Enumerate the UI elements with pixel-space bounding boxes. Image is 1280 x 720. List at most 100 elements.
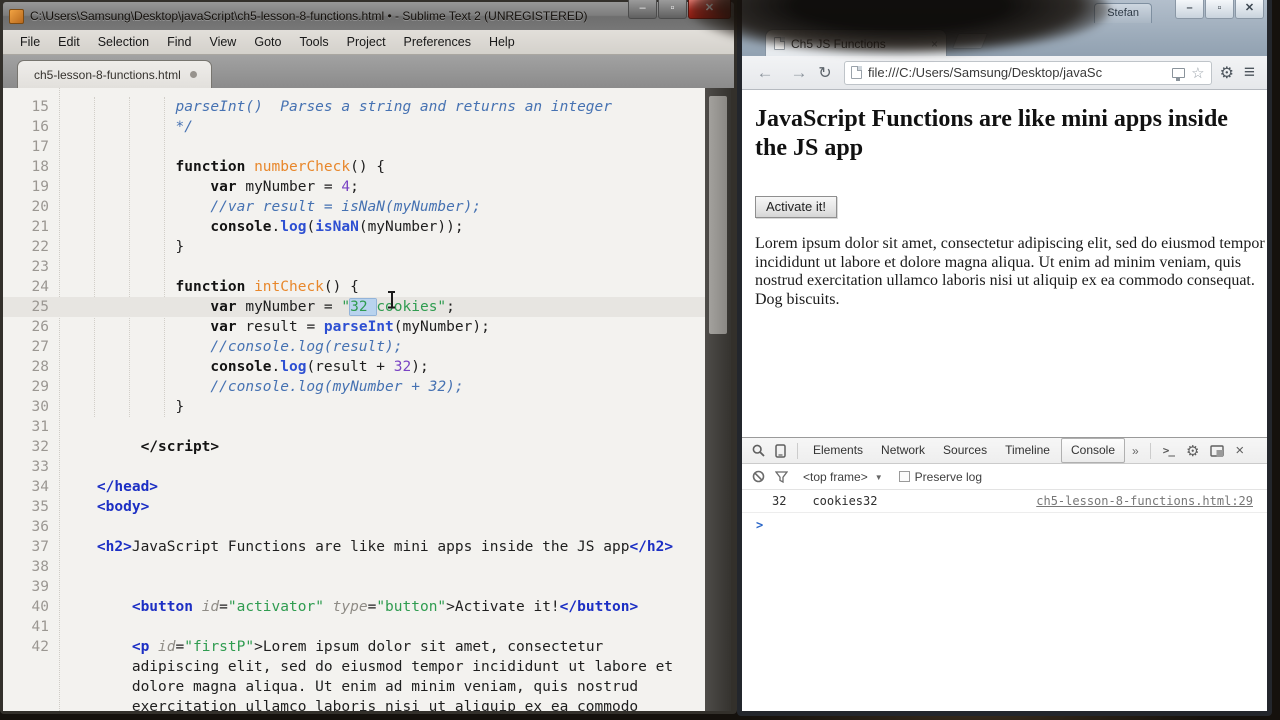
- line-number: 31: [31, 419, 49, 435]
- line-number: 18: [31, 159, 49, 175]
- inspect-magnifier-icon[interactable]: [752, 444, 765, 457]
- sublime-close-button[interactable]: ✕: [688, 0, 731, 19]
- menu-preferences[interactable]: Preferences: [395, 35, 480, 49]
- frame-selector[interactable]: <top frame>: [803, 470, 868, 484]
- code-line[interactable]: 27 //console.log(result);: [3, 337, 705, 357]
- menu-tools[interactable]: Tools: [290, 35, 337, 49]
- code-line[interactable]: 19 var myNumber = 4;: [3, 177, 705, 197]
- code-line[interactable]: exercitation ullamco laboris nisi ut ali…: [3, 697, 705, 711]
- code-line[interactable]: 33: [3, 457, 705, 477]
- chrome-close-button[interactable]: ✕: [1235, 0, 1264, 19]
- menu-goto[interactable]: Goto: [245, 35, 290, 49]
- code-line[interactable]: 31: [3, 417, 705, 437]
- code-line[interactable]: 17: [3, 137, 705, 157]
- menu-find[interactable]: Find: [158, 35, 200, 49]
- sublime-title-bar[interactable]: C:\Users\Samsung\Desktop\javaScript\ch5-…: [3, 2, 734, 30]
- editor-tab-label: ch5-lesson-8-functions.html: [34, 67, 181, 82]
- line-number: 39: [31, 579, 49, 595]
- code-line[interactable]: 32 </script>: [3, 437, 705, 457]
- line-number: 28: [31, 359, 49, 375]
- code-line[interactable]: 24 function intCheck() {: [3, 277, 705, 297]
- line-number: 41: [31, 619, 49, 635]
- menu-help[interactable]: Help: [480, 35, 524, 49]
- menu-view[interactable]: View: [200, 35, 245, 49]
- code-line[interactable]: 29 //console.log(myNumber + 32);: [3, 377, 705, 397]
- code-line[interactable]: 30 }: [3, 397, 705, 417]
- devtools-settings-gear-icon[interactable]: ⚙: [1186, 442, 1199, 460]
- editor-scrollbar[interactable]: [705, 88, 731, 711]
- menu-edit[interactable]: Edit: [49, 35, 89, 49]
- browser-tab[interactable]: Ch5 JS Functions ×: [765, 29, 947, 57]
- menu-selection[interactable]: Selection: [89, 35, 158, 49]
- activate-button[interactable]: Activate it!: [755, 196, 837, 218]
- clear-console-icon[interactable]: [752, 470, 765, 483]
- reload-icon[interactable]: ↻: [814, 63, 836, 83]
- chevron-down-icon[interactable]: ▼: [875, 473, 883, 482]
- editor-scrollbar-thumb[interactable]: [709, 96, 727, 334]
- code-line[interactable]: 28 console.log(result + 32);: [3, 357, 705, 377]
- code-line[interactable]: 41: [3, 617, 705, 637]
- console-drawer-icon[interactable]: >_: [1163, 444, 1175, 457]
- menu-project[interactable]: Project: [338, 35, 395, 49]
- code-line[interactable]: 21 console.log(isNaN(myNumber));: [3, 217, 705, 237]
- code-line[interactable]: 34 </head>: [3, 477, 705, 497]
- code-line[interactable]: 15 parseInt() Parses a string and return…: [3, 97, 705, 117]
- menu-bar: File Edit Selection Find View Goto Tools Projec…: [3, 30, 734, 55]
- browser-toolbar: ← → ↻ file:///C:/Users/Samsung/Desktop/j…: [742, 56, 1267, 90]
- devtools-tab-network[interactable]: Network: [872, 438, 934, 463]
- chrome-minimize-button[interactable]: –: [1175, 0, 1204, 19]
- menu-file[interactable]: File: [11, 35, 49, 49]
- chrome-maximize-button[interactable]: ▫: [1205, 0, 1234, 19]
- sublime-maximize-button[interactable]: ▫: [658, 0, 687, 19]
- code-line[interactable]: dolore magna aliqua. Ut enim ad minim ve…: [3, 677, 705, 697]
- code-line[interactable]: 40 <button id="activator" type="button">…: [3, 597, 705, 617]
- devtools-tab-timeline[interactable]: Timeline: [996, 438, 1059, 463]
- editor-tab[interactable]: ch5-lesson-8-functions.html: [17, 60, 212, 88]
- extension-gear-icon[interactable]: ⚙: [1220, 63, 1234, 83]
- preserve-log-checkbox[interactable]: [898, 471, 910, 482]
- code-line[interactable]: 23: [3, 257, 705, 277]
- device-page-action-icon[interactable]: [1172, 67, 1186, 81]
- profile-button[interactable]: Stefan: [1094, 3, 1152, 23]
- code-line[interactable]: 25 var myNumber = "32 cookies";: [3, 297, 705, 317]
- code-line[interactable]: 16 */: [3, 117, 705, 137]
- filter-funnel-icon[interactable]: [775, 470, 788, 483]
- tabs-overflow-chevron[interactable]: »: [1127, 444, 1144, 458]
- sublime-minimize-button[interactable]: –: [628, 0, 657, 19]
- code-line[interactable]: adipiscing elit, sed do eiusmod tempor i…: [3, 657, 705, 677]
- code-line[interactable]: 42 <p id="firstP">Lorem ipsum dolor sit …: [3, 637, 705, 657]
- address-bar[interactable]: file:///C:/Users/Samsung/Desktop/javaSc …: [844, 60, 1212, 85]
- device-mode-icon[interactable]: [775, 443, 786, 458]
- code-line[interactable]: 37 <h2>JavaScript Functions are like min…: [3, 537, 705, 557]
- devtools-tab-console[interactable]: Console: [1060, 438, 1126, 463]
- code-line[interactable]: 39: [3, 577, 705, 597]
- tab-close-icon[interactable]: ×: [931, 37, 938, 51]
- line-number: 17: [31, 139, 49, 155]
- dock-side-icon[interactable]: [1210, 444, 1225, 457]
- code-line[interactable]: 36: [3, 517, 705, 537]
- code-line[interactable]: 18 function numberCheck() {: [3, 157, 705, 177]
- log-source-link[interactable]: ch5-lesson-8-functions.html:29: [1036, 494, 1253, 508]
- code-line[interactable]: 22 }: [3, 237, 705, 257]
- chrome-menu-icon[interactable]: ≡: [1244, 62, 1255, 84]
- console-prompt-chevron[interactable]: >: [756, 518, 1267, 532]
- text-cursor-icon: [387, 290, 396, 309]
- line-number: [3, 697, 49, 711]
- line-number: 37: [31, 539, 49, 555]
- forward-icon[interactable]: →: [788, 63, 810, 83]
- code-line[interactable]: 35 <body>: [3, 497, 705, 517]
- divider: [797, 442, 798, 459]
- devtools-tab-sources[interactable]: Sources: [934, 438, 996, 463]
- line-number: 29: [31, 379, 49, 395]
- url-page-icon: [851, 66, 862, 79]
- code-line[interactable]: 38: [3, 557, 705, 577]
- editor-lines: 15 parseInt() Parses a string and return…: [3, 97, 705, 711]
- bookmark-star-icon[interactable]: ☆: [1191, 64, 1204, 82]
- url-text[interactable]: file:///C:/Users/Samsung/Desktop/javaSc: [868, 65, 1166, 80]
- devtools-close-icon[interactable]: ×: [1235, 442, 1244, 459]
- code-line[interactable]: 20 //var result = isNaN(myNumber);: [3, 197, 705, 217]
- code-line[interactable]: 26 var result = parseInt(myNumber);: [3, 317, 705, 337]
- back-icon[interactable]: ←: [754, 63, 776, 83]
- code-editor[interactable]: 15 parseInt() Parses a string and return…: [3, 88, 705, 711]
- devtools-tab-elements[interactable]: Elements: [804, 438, 872, 463]
